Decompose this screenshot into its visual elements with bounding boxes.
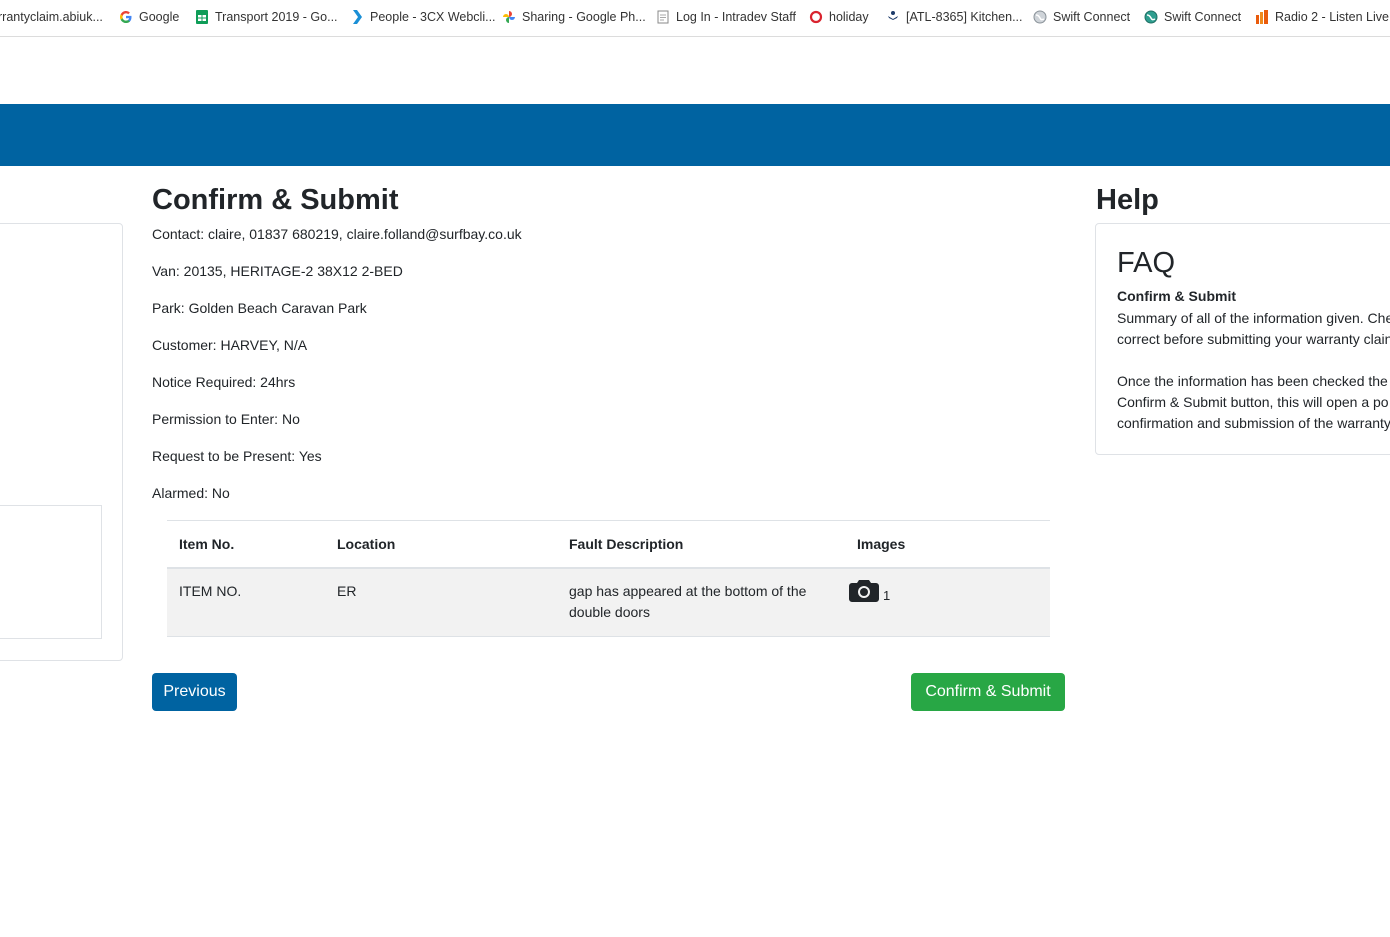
header-bar xyxy=(0,104,1390,166)
faq-line-2: correct before submitting your warranty … xyxy=(1117,331,1390,347)
header-fault-description: Fault Description xyxy=(557,520,845,569)
bookmark-label: rrantyclaim.abiuk... xyxy=(0,10,103,24)
permission-line: Permission to Enter: No xyxy=(152,409,300,429)
faq-line-1: Summary of all of the information given.… xyxy=(1117,310,1390,326)
van-line: Van: 20135, HERITAGE-2 38X12 2-BED xyxy=(152,261,403,281)
bookmark-label: Swift Connect xyxy=(1164,10,1242,24)
cell-item-no: ITEM NO. xyxy=(167,568,325,637)
faq-title: FAQ xyxy=(1117,247,1176,279)
customer-label: Customer: xyxy=(152,337,217,353)
header-item-no: Item No. xyxy=(167,520,325,569)
permission-value: No xyxy=(281,411,300,427)
bookmark-label: People - 3CX Webcli... xyxy=(370,10,496,24)
customer-line: Customer: HARVEY, N/A xyxy=(152,335,307,355)
contact-label: Contact: xyxy=(152,226,205,242)
page-title: Confirm & Submit xyxy=(152,184,399,216)
previous-button[interactable]: Previous xyxy=(152,673,237,711)
globe-icon xyxy=(1033,10,1047,24)
faq-line-5: confirmation and submission of the warra… xyxy=(1117,415,1390,431)
park-line: Park: Golden Beach Caravan Park xyxy=(152,298,367,318)
chevron-icon xyxy=(350,10,364,24)
bookmark-swift-connect-1[interactable]: Swift Connect xyxy=(1033,8,1130,26)
bookmark-radio-2[interactable]: Radio 2 - Listen Live... xyxy=(1255,8,1390,26)
contact-line: Contact: claire, 01837 680219, claire.fo… xyxy=(152,224,522,244)
bookmark-google[interactable]: Google xyxy=(119,8,179,26)
fault-items-table: Item No. Location Fault Description Imag… xyxy=(167,520,1050,637)
image-count: 1 xyxy=(883,588,891,603)
bookmark-label: Log In - Intradev Staff xyxy=(676,10,796,24)
cell-images: 1 xyxy=(845,568,1050,637)
bookmark-google-photos[interactable]: Sharing - Google Ph... xyxy=(502,8,646,26)
park-label: Park: xyxy=(152,300,185,316)
customer-value: HARVEY, N/A xyxy=(220,337,308,353)
bookmark-label: Radio 2 - Listen Live... xyxy=(1275,10,1390,24)
bookmark-intradev-login[interactable]: Log In - Intradev Staff xyxy=(656,8,796,26)
table-row: ITEM NO. ER gap has appeared at the bott… xyxy=(167,568,1050,637)
globe-icon xyxy=(1144,10,1158,24)
cell-location: ER xyxy=(325,568,557,637)
jira-icon xyxy=(886,10,900,24)
faq-card: FAQ Confirm & Submit Summary of all of t… xyxy=(1095,223,1390,455)
bookmark-swift-connect-2[interactable]: Swift Connect xyxy=(1144,8,1241,26)
header-location: Location xyxy=(325,520,557,569)
document-icon xyxy=(656,10,670,24)
faq-line-3: Once the information has been checked th… xyxy=(1117,373,1388,389)
sheets-icon xyxy=(195,10,209,24)
bookmark-atl-8365[interactable]: [ATL-8365] Kitchen... xyxy=(886,8,1023,26)
google-icon xyxy=(119,10,133,24)
radio-icon xyxy=(1255,10,1269,24)
alarmed-line: Alarmed: No xyxy=(152,483,230,503)
faq-subtitle: Confirm & Submit xyxy=(1117,288,1236,304)
van-value: 20135, HERITAGE-2 38X12 2-BED xyxy=(183,263,403,279)
van-label: Van: xyxy=(152,263,180,279)
permission-label: Permission to Enter: xyxy=(152,411,279,427)
confirm-submit-button[interactable]: Confirm & Submit xyxy=(911,673,1065,711)
present-label: Request to be Present: xyxy=(152,448,296,464)
bookmark-label: Transport 2019 - Go... xyxy=(215,10,338,24)
bookmark-label: holiday xyxy=(829,10,869,24)
contact-value: claire, 01837 680219, claire.folland@sur… xyxy=(208,226,522,242)
bookmark-label: Swift Connect xyxy=(1053,10,1131,24)
bookmark-holiday[interactable]: holiday xyxy=(809,8,869,26)
bookmark-label: [ATL-8365] Kitchen... xyxy=(906,10,1023,24)
bookmark-label: Google xyxy=(139,10,180,24)
header-images: Images xyxy=(845,520,1050,569)
bookmarks-bar: rrantyclaim.abiuk... Google Transport 20… xyxy=(0,0,1390,37)
present-value: Yes xyxy=(298,448,322,464)
left-inner-box xyxy=(0,505,102,639)
table-header-row: Item No. Location Fault Description Imag… xyxy=(167,520,1050,569)
alarmed-value: No xyxy=(211,485,230,501)
faq-line-4: Confirm & Submit button, this will open … xyxy=(1117,394,1389,410)
bookmark-transport-2019[interactable]: Transport 2019 - Go... xyxy=(195,8,338,26)
confirm-submit-section: Confirm & Submit Contact: claire, 01837 … xyxy=(152,180,1065,711)
circle-icon xyxy=(809,10,823,24)
cell-fault-description: gap has appeared at the bottom of the do… xyxy=(557,568,845,637)
alarmed-label: Alarmed: xyxy=(152,485,209,501)
notice-value: 24hrs xyxy=(260,374,296,390)
bookmark-label: Sharing - Google Ph... xyxy=(522,10,646,24)
park-value: Golden Beach Caravan Park xyxy=(188,300,367,316)
present-line: Request to be Present: Yes xyxy=(152,446,322,466)
photos-icon xyxy=(502,10,516,24)
help-title: Help xyxy=(1096,184,1159,216)
camera-icon[interactable] xyxy=(849,577,879,609)
bookmark-people-3cx[interactable]: People - 3CX Webcli... xyxy=(350,8,496,26)
notice-label: Notice Required: xyxy=(152,374,257,390)
notice-line: Notice Required: 24hrs xyxy=(152,372,295,392)
bookmark-warrantyclaim[interactable]: rrantyclaim.abiuk... xyxy=(0,8,103,26)
